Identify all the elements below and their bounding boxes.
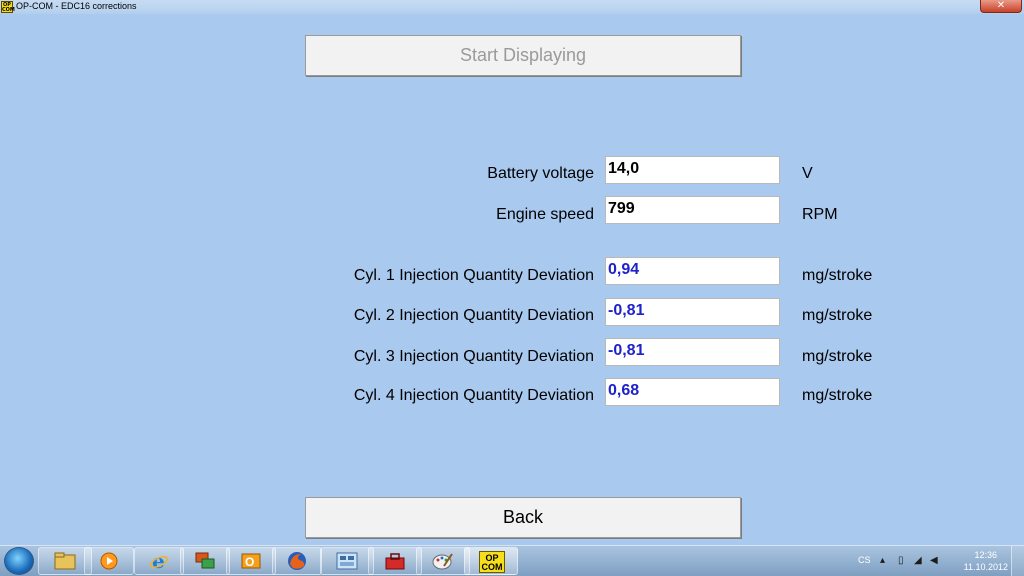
- cyl1-deviation-unit: mg/stroke: [802, 267, 873, 284]
- cyl4-deviation-unit: mg/stroke: [802, 387, 873, 404]
- title-bar: OP COM OP-COM - EDC16 corrections ✕: [0, 0, 1024, 14]
- clock-date: 11.10.2012: [963, 562, 1008, 572]
- battery-voltage-field: 14,0: [605, 156, 780, 184]
- remote-desktop-icon: [195, 552, 215, 569]
- taskbar-media-player[interactable]: [84, 547, 134, 575]
- internet-explorer-icon: e: [149, 551, 169, 571]
- back-button[interactable]: Back: [305, 497, 741, 538]
- cyl1-deviation-field: 0,94: [605, 257, 780, 285]
- system-tray: CS ▴ ▯ ◢ ◀ 12:36 11.10.2012: [854, 546, 1024, 576]
- toolbox-icon: [385, 553, 405, 570]
- clock-time: 12:36: [974, 550, 998, 560]
- start-displaying-button[interactable]: Start Displaying: [305, 35, 741, 76]
- taskbar-firefox[interactable]: [272, 547, 322, 575]
- taskbar-remote-desktop[interactable]: [180, 547, 230, 575]
- cyl3-deviation-field: -0,81: [605, 338, 780, 366]
- show-desktop-button[interactable]: [1011, 546, 1024, 576]
- taskbar-toolbox[interactable]: [368, 547, 422, 575]
- engine-speed-field: 799: [605, 196, 780, 224]
- close-button[interactable]: ✕: [980, 0, 1022, 13]
- opcom-icon-text-bottom: COM: [481, 562, 503, 572]
- taskbar-paint[interactable]: [416, 547, 470, 575]
- engine-speed-label: Engine speed: [496, 206, 594, 223]
- taskbar-opcom[interactable]: OP COM: [464, 547, 518, 575]
- clock[interactable]: 12:36 11.10.2012: [964, 549, 1008, 573]
- cyl3-deviation-label: Cyl. 3 Injection Quantity Deviation: [353, 348, 594, 365]
- battery-voltage-unit: V: [802, 165, 813, 182]
- outlook-icon: O: [241, 553, 261, 569]
- show-hidden-icons-icon[interactable]: ▴: [880, 556, 885, 566]
- taskbar-control-panel[interactable]: [320, 547, 374, 575]
- paint-icon: [432, 553, 453, 570]
- cyl4-deviation-field: 0,68: [605, 378, 780, 406]
- opcom-icon: OP COM: [479, 551, 505, 573]
- cyl2-deviation-label: Cyl. 2 Injection Quantity Deviation: [353, 307, 594, 324]
- taskbar: e O OP COM CS ▴ ▯ ◢ ◀ 12:36 11.10.2012: [0, 545, 1024, 576]
- svg-text:O: O: [245, 555, 254, 569]
- cyl3-deviation-unit: mg/stroke: [802, 348, 873, 365]
- control-panel-icon: [336, 552, 358, 570]
- taskbar-outlook[interactable]: O: [226, 547, 276, 575]
- language-indicator[interactable]: CS: [858, 555, 871, 565]
- opcom-app-icon: OP COM: [1, 1, 15, 13]
- cyl1-deviation-label: Cyl. 1 Injection Quantity Deviation: [353, 267, 594, 284]
- cyl2-deviation-unit: mg/stroke: [802, 307, 873, 324]
- taskbar-internet-explorer[interactable]: e: [134, 547, 184, 575]
- window-title: OP-COM - EDC16 corrections: [16, 1, 137, 11]
- start-menu-button[interactable]: [4, 547, 34, 575]
- media-player-icon: [100, 552, 118, 570]
- cyl2-deviation-field: -0,81: [605, 298, 780, 326]
- volume-muted-icon[interactable]: ◀: [930, 556, 938, 566]
- file-explorer-icon: [54, 552, 76, 570]
- cyl4-deviation-label: Cyl. 4 Injection Quantity Deviation: [353, 387, 594, 404]
- main-panel: Start Displaying Battery voltage 14,0 V …: [0, 14, 1024, 545]
- network-signal-icon[interactable]: ◢: [914, 556, 922, 566]
- usb-device-icon[interactable]: ▯: [898, 556, 904, 566]
- firefox-icon: [288, 552, 306, 570]
- engine-speed-unit: RPM: [802, 206, 838, 223]
- battery-voltage-label: Battery voltage: [487, 165, 594, 182]
